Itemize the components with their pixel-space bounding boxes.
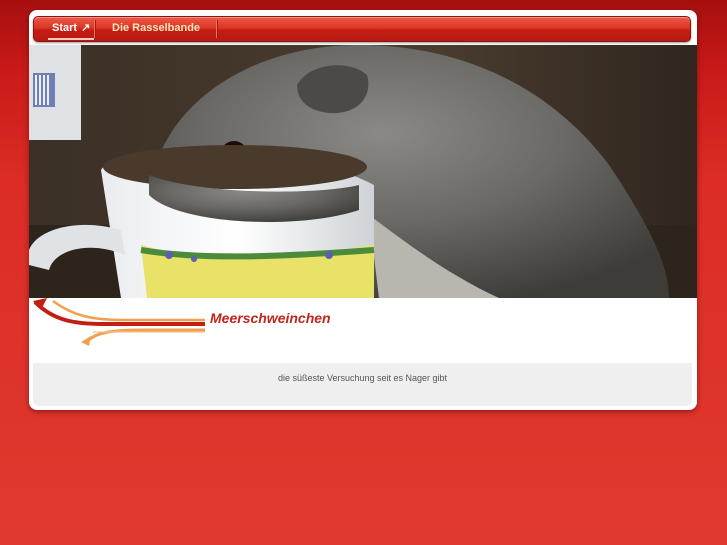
footer-box: die süßeste Versuchung seit es Nager gib… bbox=[33, 363, 692, 406]
nav-item-rasselbande[interactable]: Die Rasselbande bbox=[112, 17, 200, 41]
nav-separator bbox=[94, 20, 95, 38]
guinea-pig-photo bbox=[29, 45, 697, 298]
nav-item-start[interactable]: Start ↗ bbox=[47, 17, 95, 41]
nav-item-start-label: Start bbox=[52, 22, 78, 34]
nav-separator bbox=[216, 20, 217, 38]
page-card: Start ↗ Die Rasselbande Meerschweinchen … bbox=[29, 10, 697, 410]
hero-image bbox=[29, 45, 697, 298]
site-title: Meerschweinchen bbox=[210, 310, 331, 326]
arrow-up-right-icon: ↗ bbox=[81, 22, 91, 34]
nav-item-rasselbande-label: Die Rasselbande bbox=[112, 22, 201, 34]
swoosh-arrows-icon bbox=[33, 298, 205, 346]
tagline: die süßeste Versuchung seit es Nager gib… bbox=[277, 373, 448, 383]
main-navbar: Start ↗ Die Rasselbande bbox=[33, 16, 691, 42]
